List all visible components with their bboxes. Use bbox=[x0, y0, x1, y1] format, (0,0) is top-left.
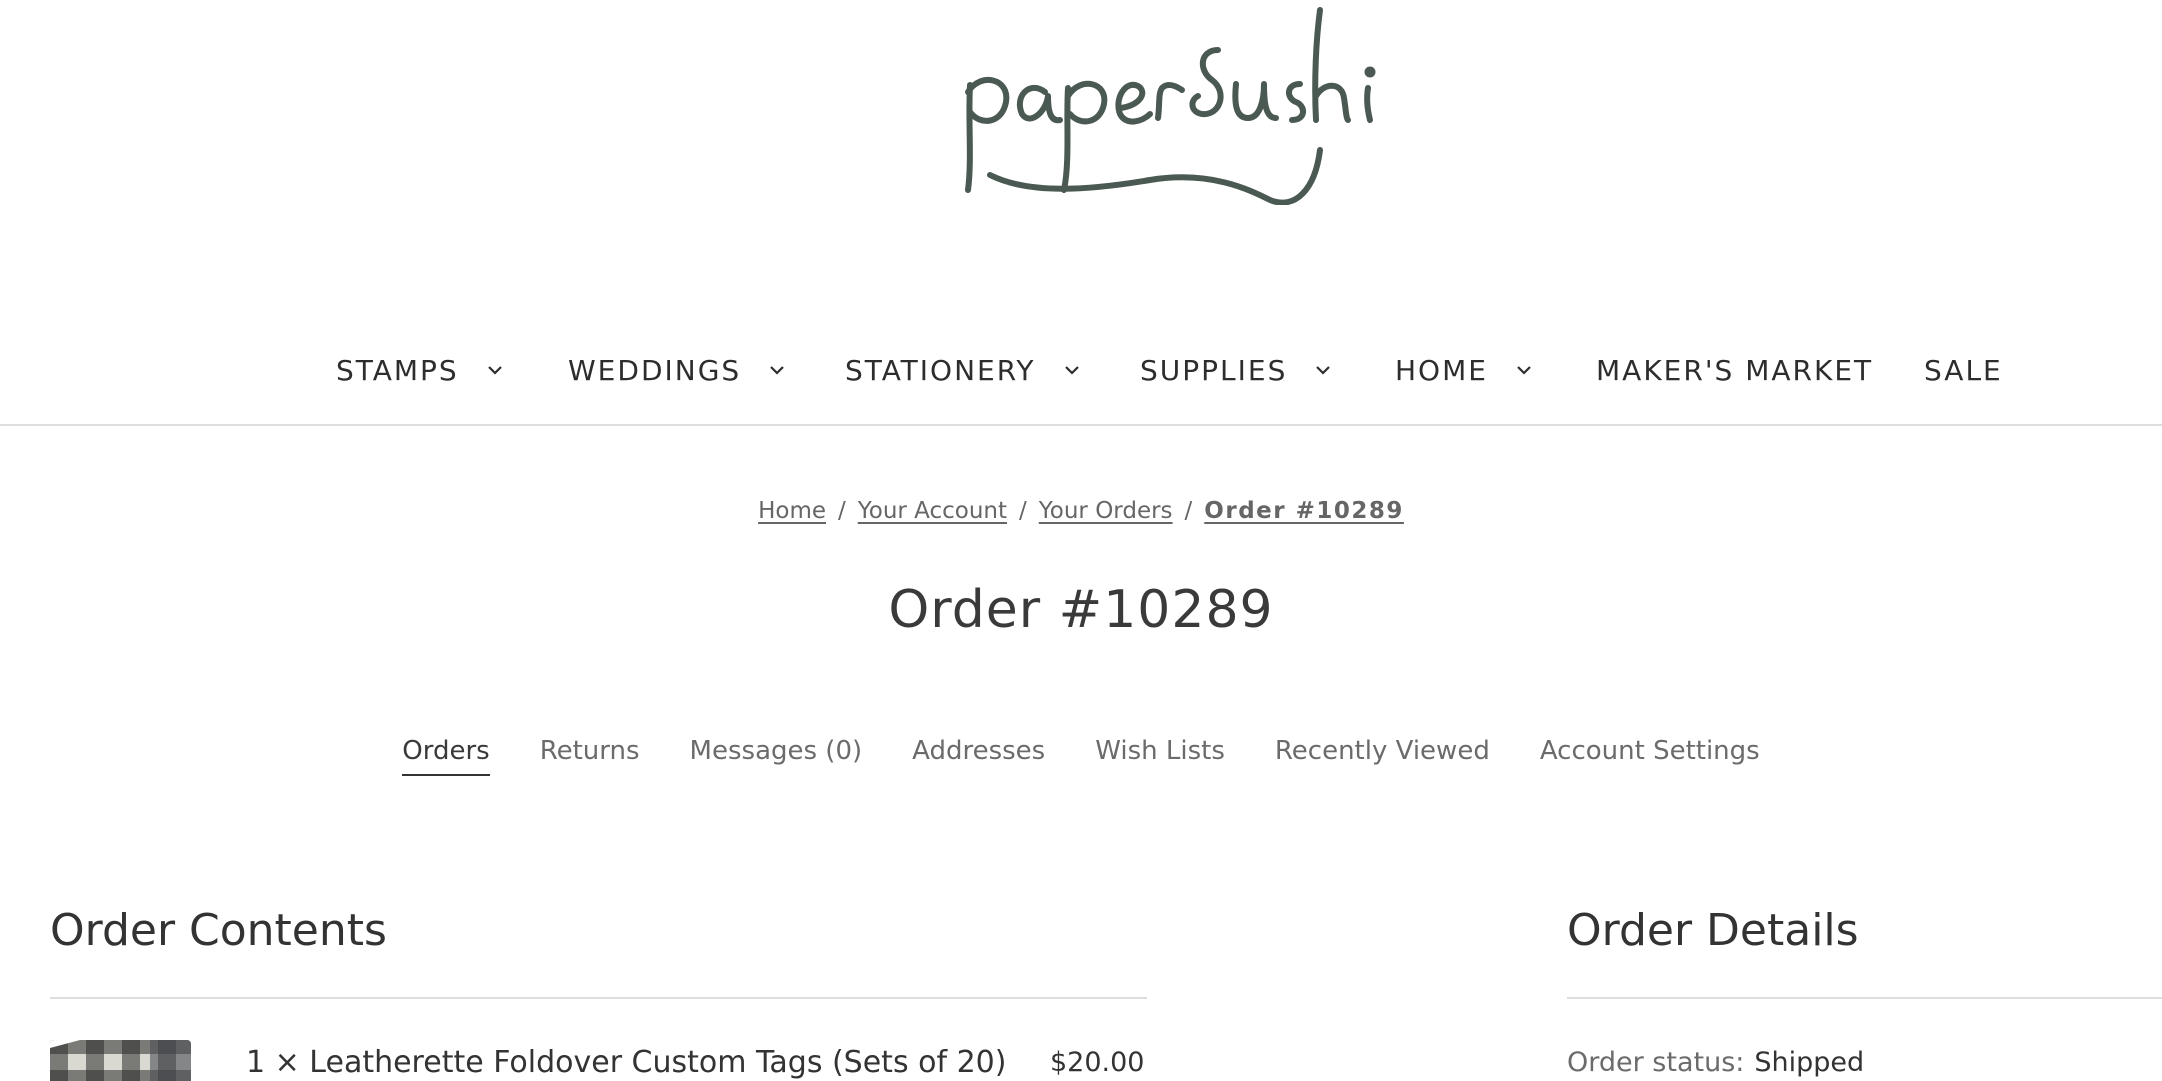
product-price: $20.00 bbox=[1050, 1047, 1145, 1078]
tab-messages[interactable]: Messages (0) bbox=[690, 736, 863, 776]
nav-item-home[interactable]: HOME bbox=[1395, 345, 1534, 395]
tab-orders[interactable]: Orders bbox=[402, 736, 490, 776]
tab-addresses[interactable]: Addresses bbox=[912, 736, 1045, 776]
nav-item-stamps[interactable]: STAMPS bbox=[336, 345, 505, 395]
nav-item-sale[interactable]: SALE bbox=[1924, 345, 2003, 395]
chevron-down-icon bbox=[1062, 360, 1082, 380]
nav-divider bbox=[0, 424, 2162, 426]
nav-label: HOME bbox=[1395, 353, 1488, 387]
chevron-down-icon bbox=[767, 360, 787, 380]
chevron-down-icon bbox=[485, 360, 505, 380]
tab-account-settings[interactable]: Account Settings bbox=[1540, 736, 1760, 776]
tab-recently-viewed[interactable]: Recently Viewed bbox=[1275, 736, 1490, 776]
nav-label: MAKER'S MARKET bbox=[1596, 353, 1874, 387]
breadcrumb-your-orders[interactable]: Your Orders bbox=[1039, 498, 1173, 524]
tab-wish-lists[interactable]: Wish Lists bbox=[1095, 736, 1225, 776]
chevron-down-icon bbox=[1514, 360, 1534, 380]
breadcrumb-current-order[interactable]: Order #10289 bbox=[1204, 498, 1404, 524]
breadcrumb: Home / Your Account / Your Orders / Order #102… bbox=[0, 498, 2162, 524]
nav-label: STAMPS bbox=[336, 353, 459, 387]
paper-sushi-logo[interactable] bbox=[950, 0, 1380, 206]
page-title: Order #10289 bbox=[888, 580, 1274, 640]
order-contents-divider bbox=[50, 997, 1147, 999]
product-name[interactable]: 1 × Leatherette Foldover Custom Tags (Se… bbox=[246, 1045, 1006, 1080]
nav-item-makers-market[interactable]: MAKER'S MARKET bbox=[1596, 345, 1873, 395]
nav-item-weddings[interactable]: WEDDINGS bbox=[568, 345, 787, 395]
order-status-row: Order status: Shipped bbox=[1567, 1047, 1864, 1078]
main-navigation: STAMPS WEDDINGS STATIONERY SUPPLIES HOME… bbox=[0, 345, 2162, 395]
tab-returns[interactable]: Returns bbox=[540, 736, 640, 776]
breadcrumb-separator: / bbox=[1184, 498, 1193, 524]
breadcrumb-separator: / bbox=[838, 498, 846, 524]
order-status-value: Shipped bbox=[1754, 1047, 1865, 1078]
nav-item-supplies[interactable]: SUPPLIES bbox=[1140, 345, 1333, 395]
breadcrumb-your-account[interactable]: Your Account bbox=[858, 498, 1007, 524]
order-status-label: Order status: bbox=[1567, 1047, 1745, 1078]
order-contents-heading: Order Contents bbox=[50, 905, 387, 956]
nav-label: STATIONERY bbox=[845, 353, 1036, 387]
breadcrumb-separator: / bbox=[1019, 498, 1027, 524]
breadcrumb-home[interactable]: Home bbox=[758, 498, 826, 524]
order-details-divider bbox=[1567, 997, 2162, 999]
account-tabs: Orders Returns Messages (0) Addresses Wi… bbox=[0, 736, 2162, 776]
nav-label: SUPPLIES bbox=[1140, 353, 1288, 387]
product-thumbnail[interactable] bbox=[50, 1040, 191, 1081]
nav-label: WEDDINGS bbox=[568, 353, 742, 387]
nav-item-stationery[interactable]: STATIONERY bbox=[845, 345, 1082, 395]
chevron-down-icon bbox=[1313, 360, 1333, 380]
order-details-heading: Order Details bbox=[1567, 905, 1859, 956]
logo-wordmark-icon bbox=[965, 7, 1376, 206]
buffalo-check-product-thumbnail-icon bbox=[50, 1040, 191, 1081]
nav-label: SALE bbox=[1924, 353, 2003, 387]
